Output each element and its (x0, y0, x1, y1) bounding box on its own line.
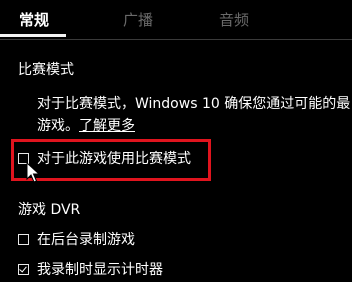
tab-bar: 常规 广播 音频 (0, 0, 352, 40)
game-mode-section-title: 比赛模式 (18, 62, 74, 78)
tab-divider (0, 39, 352, 40)
game-mode-checkbox-row[interactable]: 对于此游戏使用比赛模式 (18, 148, 191, 168)
game-mode-checkbox-label: 对于此游戏使用比赛模式 (37, 151, 191, 167)
learn-more-link[interactable]: 了解更多 (79, 118, 135, 134)
record-background-row[interactable]: 在后台录制游戏 (18, 229, 135, 249)
record-background-label: 在后台录制游戏 (37, 232, 135, 248)
game-mode-description: 对于比赛模式，Windows 10 确保您通过可能的最 游戏。了解更多 (37, 93, 352, 137)
tab-audio[interactable]: 音频 (219, 9, 249, 30)
game-mode-description-suffix: 游戏。 (37, 118, 79, 134)
show-timer-label: 我录制时显示计时器 (37, 262, 163, 278)
game-mode-description-line2: 游戏。了解更多 (37, 115, 352, 137)
mouse-cursor-icon (26, 162, 40, 183)
tab-broadcast[interactable]: 广播 (123, 9, 153, 30)
show-timer-row[interactable]: 我录制时显示计时器 (18, 259, 163, 279)
record-background-checkbox[interactable] (18, 233, 29, 245)
tab-general[interactable]: 常规 (19, 9, 49, 30)
active-tab-indicator (0, 34, 66, 37)
game-dvr-section-title: 游戏 DVR (18, 202, 81, 218)
game-mode-description-line1: 对于比赛模式，Windows 10 确保您通过可能的最 (37, 96, 351, 112)
show-timer-checkbox[interactable] (18, 263, 29, 275)
